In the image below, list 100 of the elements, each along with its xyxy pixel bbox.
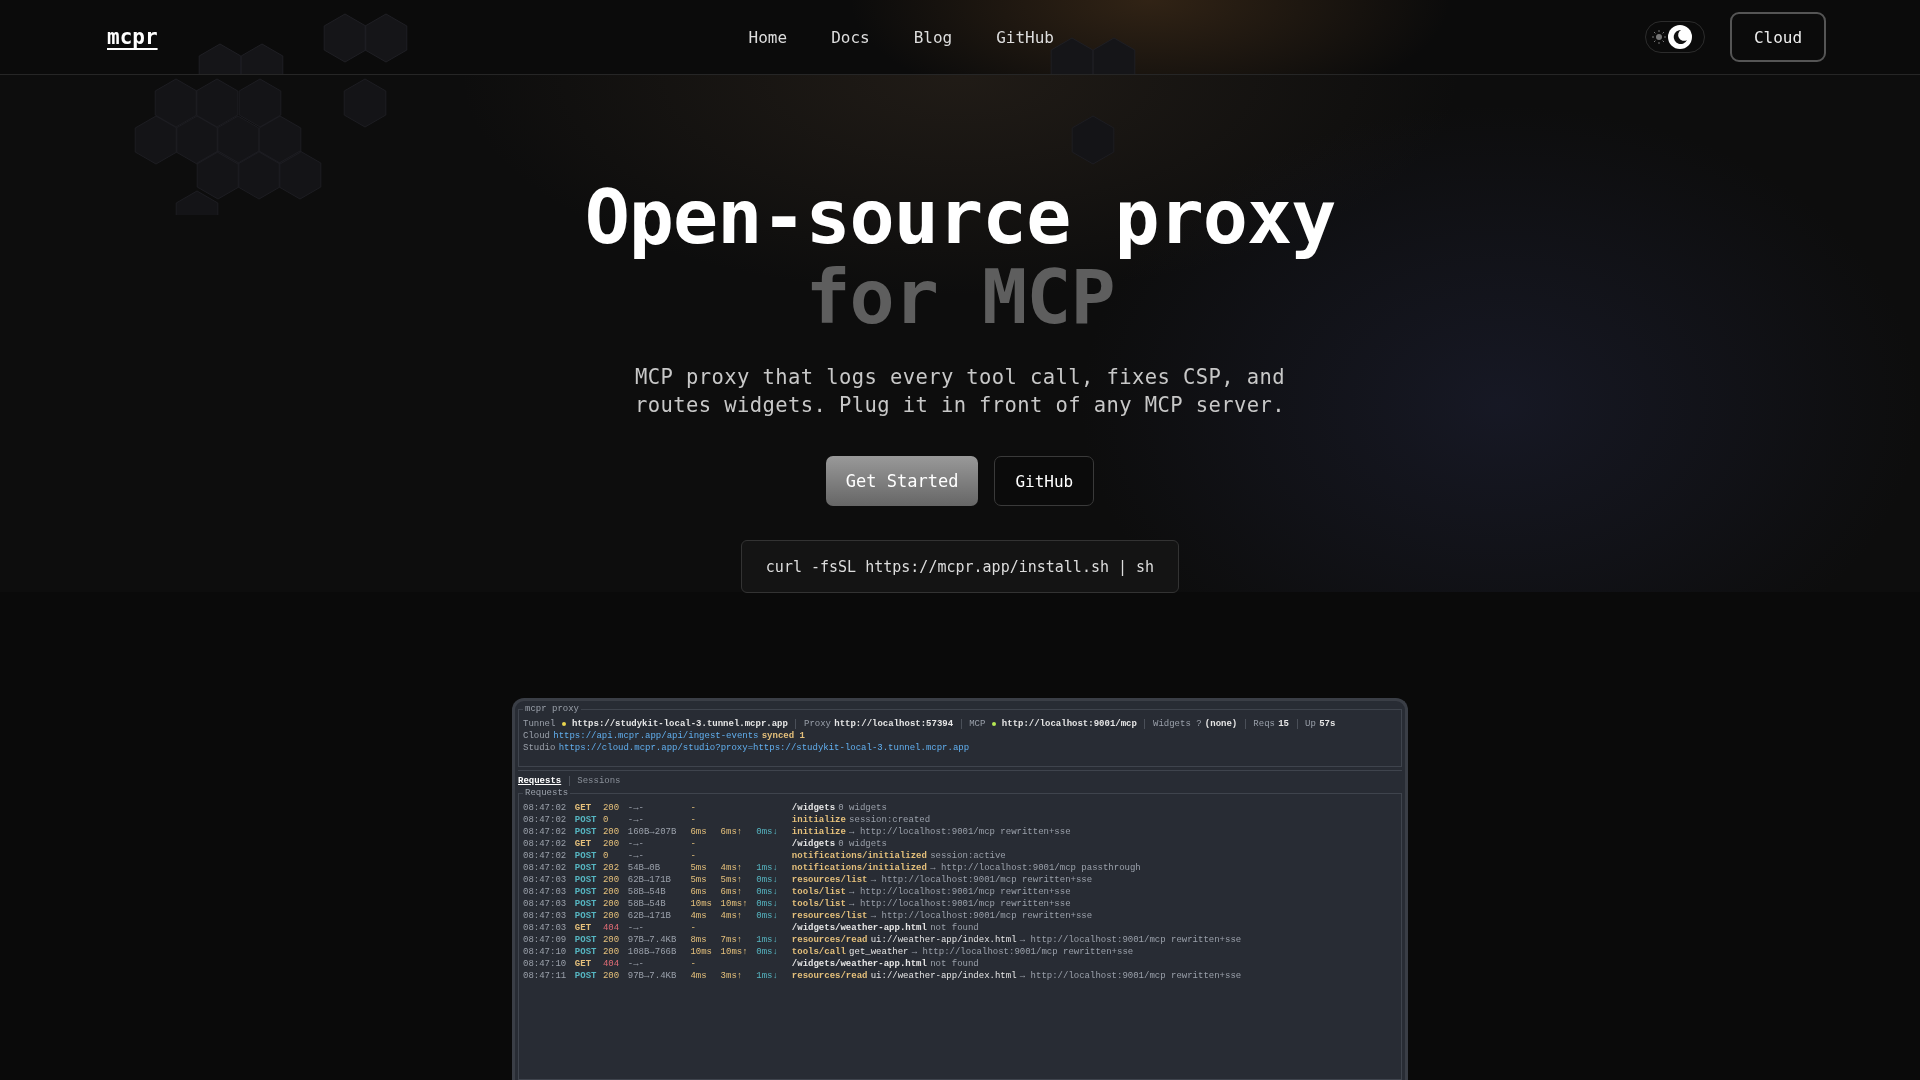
download-time: 1ms↓ (756, 970, 779, 982)
upload-time: 10ms↑ (720, 898, 749, 910)
status-code: 200 (602, 910, 621, 922)
request-path: notifications/initialized (791, 850, 927, 862)
method-text: GET (574, 802, 593, 814)
latency-text: - (690, 802, 697, 814)
download-time: 0ms↓ (756, 874, 779, 886)
nav-link[interactable]: GitHub (996, 27, 1054, 47)
method-text: GET (574, 922, 593, 934)
status-label: Tunnel (523, 718, 556, 730)
latency-text: 5ms (690, 874, 708, 886)
latency-text: - (690, 850, 697, 862)
request-detail: not found (930, 958, 979, 970)
size-text: 97B→7.4KB (627, 934, 678, 946)
request-path: tools/call (791, 946, 846, 958)
install-command: curl -fsSL https://mcpr.app/install.sh | sh (740, 540, 1180, 593)
logo-link[interactable]: mcpr (107, 25, 158, 49)
upload-time: 4ms↑ (720, 862, 744, 874)
method-text: POST (574, 850, 598, 862)
time-text: 08:47:11 (523, 970, 568, 982)
status-code: 200 (602, 970, 621, 982)
status-code: 0 (602, 814, 610, 826)
status-value: https://studykit-local-3.tunnel.mcpr.app (571, 718, 788, 730)
request-detail: session:created (849, 814, 931, 826)
method-text: POST (574, 814, 598, 826)
time-text: 08:47:03 (523, 910, 568, 922)
status-value: http://localhost:57394 (834, 718, 954, 730)
method-text: POST (574, 898, 598, 910)
size-text: 62B→171B (627, 874, 672, 886)
request-detail: → http://localhost:9001/mcp rewritten+sse (1019, 934, 1242, 946)
hero-title: for MCP (805, 257, 1115, 337)
request-argument: ui://weather-app/index.html (870, 970, 1017, 982)
get-started-button[interactable]: Get Started (825, 456, 979, 506)
request-path: /widgets (791, 838, 836, 850)
upload-time: 6ms↑ (720, 826, 744, 838)
latency-text: 4ms (690, 970, 708, 982)
request-path: initialize (791, 814, 846, 826)
method-text: POST (574, 886, 598, 898)
request-detail: → http://localhost:9001/mcp rewritten+sse (849, 826, 1071, 838)
status-label: Proxy (804, 718, 832, 730)
request-path: notifications/initialized (791, 862, 927, 874)
method-text: POST (574, 946, 598, 958)
tab[interactable]: Requests (518, 775, 562, 787)
time-text: 08:47:10 (523, 946, 568, 958)
status-value: 57s (1319, 718, 1336, 730)
download-time: 0ms↓ (756, 886, 779, 898)
status-value: https://api.mcpr.app/api/ingest-events (553, 730, 759, 742)
request-path: /widgets/weather-app.html (791, 922, 927, 934)
request-path: resources/read (791, 934, 868, 946)
moon-icon (1668, 25, 1692, 49)
method-text: GET (574, 958, 593, 970)
size-text: -→- (627, 958, 645, 970)
request-argument: get_weather (849, 946, 909, 958)
status-value: https://cloud.mcpr.app/studio?proxy=https://studykit-local-3.tunnel.mcpr.app (558, 742, 970, 754)
time-text: 08:47:02 (523, 814, 568, 826)
time-text: 08:47:09 (523, 934, 568, 946)
request-detail: → http://localhost:9001/mcp rewritten+sse (1019, 970, 1242, 982)
size-text: 160B→207B (627, 826, 678, 838)
github-button[interactable]: GitHub (994, 456, 1095, 506)
nav-link[interactable]: Blog (913, 27, 953, 47)
latency-text: - (690, 814, 697, 826)
request-path: resources/list (791, 910, 868, 922)
request-detail: not found (930, 922, 979, 934)
download-time: 1ms↓ (756, 862, 779, 874)
request-argument: ui://weather-app/index.html (870, 934, 1017, 946)
upload-time: 10ms↑ (720, 946, 749, 958)
time-text: 08:47:03 (523, 874, 568, 886)
cloud-button[interactable]: Cloud (1730, 12, 1826, 62)
latency-text: - (690, 958, 697, 970)
latency-text: 10ms (690, 898, 713, 910)
status-label: MCP (969, 718, 986, 730)
status-value: 15 (1278, 718, 1289, 730)
status-label: Up (1305, 718, 1316, 730)
status-code: 200 (602, 838, 621, 850)
tab[interactable]: Sessions (577, 775, 621, 787)
nav-link[interactable]: Home (748, 27, 788, 47)
status-code: 0 (602, 850, 610, 862)
method-text: POST (574, 862, 598, 874)
time-text: 08:47:02 (523, 802, 568, 814)
time-text: 08:47:03 (523, 922, 568, 934)
request-path: initialize (791, 826, 846, 838)
request-detail: → http://localhost:9001/mcp rewritten+sse (870, 874, 1093, 886)
status-code: 200 (602, 886, 621, 898)
nav-link[interactable]: Docs (831, 27, 870, 47)
status-code: 200 (602, 934, 621, 946)
latency-text: - (690, 922, 697, 934)
request-detail: session:active (930, 850, 1006, 862)
panel-title: mcpr proxy (523, 703, 581, 715)
size-text: 58B→54B (627, 886, 667, 898)
method-text: POST (574, 874, 598, 886)
request-path: resources/read (791, 970, 868, 982)
request-path: tools/list (791, 898, 846, 910)
sun-icon (1652, 30, 1666, 44)
request-detail: 0 widgets (838, 802, 887, 814)
download-time: 0ms↓ (756, 910, 779, 922)
size-text: 108B→766B (627, 946, 678, 958)
panel-title: Requests (523, 787, 571, 799)
status-code: 202 (602, 862, 621, 874)
upload-time: 3ms↑ (720, 970, 744, 982)
download-time: 0ms↓ (756, 898, 779, 910)
